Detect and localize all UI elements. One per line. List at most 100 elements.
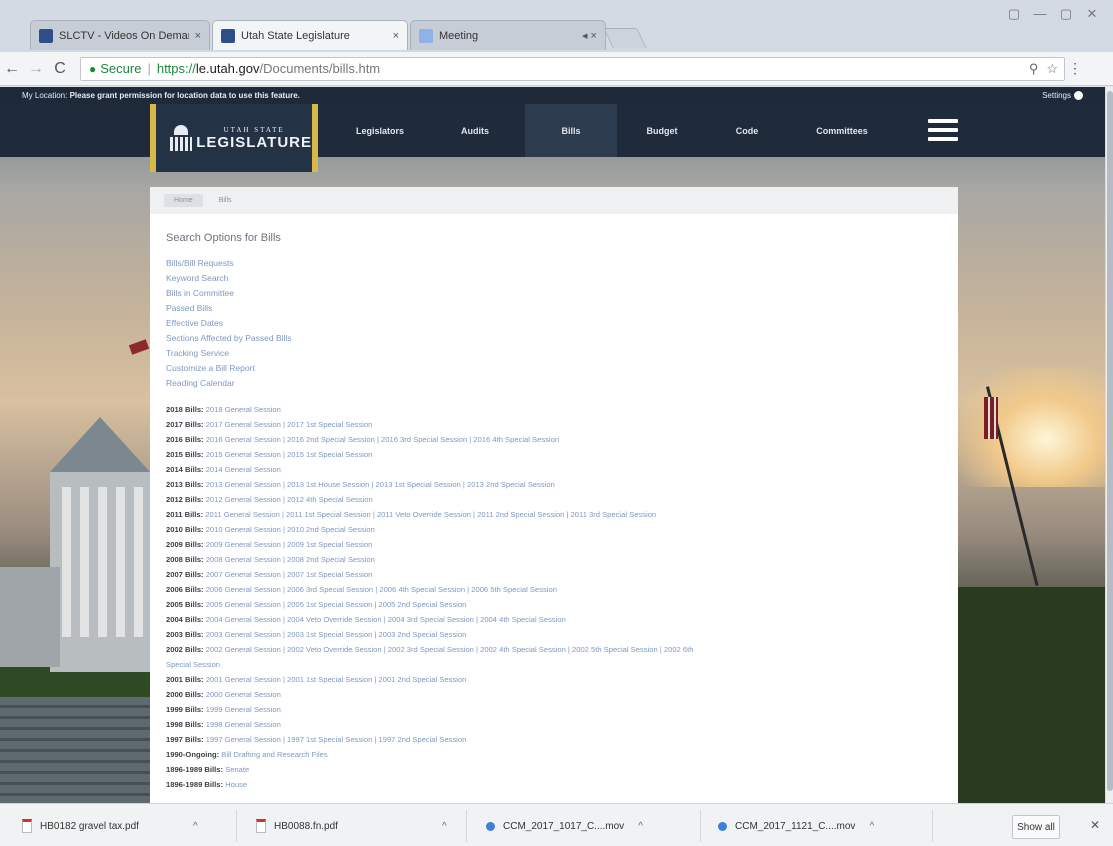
show-all-button[interactable]: Show all: [1012, 815, 1060, 839]
session-row: 2007 Bills: 2007 General Session | 2007 …: [166, 567, 958, 582]
session-links[interactable]: House: [225, 780, 247, 789]
search-option-link[interactable]: Tracking Service: [166, 346, 958, 361]
panel-body: Search Options for Bills Bills/Bill Requ…: [150, 214, 958, 792]
tab-close-icon[interactable]: ×: [195, 30, 201, 42]
back-arrow-icon[interactable]: ←: [0, 60, 24, 78]
close-window-icon[interactable]: ✕: [1081, 6, 1103, 22]
maximize-icon[interactable]: ▢: [1055, 6, 1077, 22]
session-links[interactable]: 2001 General Session | 2001 1st Special …: [206, 675, 467, 684]
tab-slctv[interactable]: SLCTV - Videos On Deman ×: [30, 20, 210, 50]
search-option-link[interactable]: Bills in Committee: [166, 286, 958, 301]
browser-tab-bar: SLCTV - Videos On Deman × Utah State Leg…: [0, 0, 1113, 52]
session-links[interactable]: Bill Drafting and Research Files: [221, 750, 327, 759]
nav-code[interactable]: Code: [707, 104, 787, 157]
session-links[interactable]: Senate: [225, 765, 249, 774]
session-year-label: 2005 Bills:: [166, 600, 204, 609]
download-item[interactable]: CCM_2017_1121_C....mov ^: [718, 812, 874, 840]
session-links[interactable]: 2000 General Session: [206, 690, 281, 699]
profile-icon[interactable]: ▢: [1003, 6, 1025, 22]
chevron-up-icon[interactable]: ^: [442, 821, 447, 832]
tab-utah-legislature[interactable]: Utah State Legislature ×: [212, 20, 408, 50]
slctv-favicon-icon: [39, 28, 53, 43]
session-links[interactable]: 2016 General Session | 2016 2nd Special …: [206, 435, 559, 444]
session-links[interactable]: 2004 General Session | 2004 Veto Overrid…: [206, 615, 566, 624]
bookmark-star-icon[interactable]: ☆: [1046, 61, 1058, 77]
page-scrollbar[interactable]: [1105, 87, 1113, 803]
chevron-up-icon[interactable]: ^: [638, 821, 643, 832]
session-year-label: 2001 Bills:: [166, 675, 204, 684]
session-row: 2016 Bills: 2016 General Session | 2016 …: [166, 432, 958, 447]
session-links[interactable]: 2003 General Session | 2003 1st Special …: [206, 630, 467, 639]
session-links[interactable]: 1997 General Session | 1997 1st Special …: [206, 735, 467, 744]
minimize-icon[interactable]: —: [1029, 6, 1051, 22]
session-links[interactable]: 2015 General Session | 2015 1st Special …: [206, 450, 373, 459]
search-option-link[interactable]: Passed Bills: [166, 301, 958, 316]
tab-audio-close-icon[interactable]: ◂ ×: [582, 29, 597, 42]
session-row: 2013 Bills: 2013 General Session | 2013 …: [166, 477, 958, 492]
session-links[interactable]: 2007 General Session | 2007 1st Special …: [206, 570, 373, 579]
scrollbar-thumb[interactable]: [1107, 91, 1113, 791]
session-links[interactable]: 2012 General Session | 2012 4th Special …: [206, 495, 373, 504]
page-title: Search Options for Bills: [166, 232, 281, 244]
session-list: 2018 Bills: 2018 General Session 2017 Bil…: [166, 402, 958, 792]
session-links[interactable]: 2018 General Session: [206, 405, 281, 414]
reload-icon[interactable]: C: [48, 60, 72, 78]
session-row: Special Session: [166, 657, 958, 672]
legislature-logo[interactable]: UTAH STATE LEGISLATURE: [150, 104, 318, 172]
nav-budget[interactable]: Budget: [617, 104, 707, 157]
hamburger-menu-icon[interactable]: [928, 119, 958, 141]
gear-icon: [1074, 91, 1083, 100]
secure-label: Secure: [100, 61, 142, 76]
session-links[interactable]: 2006 General Session | 2006 3rd Special …: [206, 585, 557, 594]
search-option-link[interactable]: Bills/Bill Requests: [166, 256, 958, 271]
session-links[interactable]: 2005 General Session | 2005 1st Special …: [206, 600, 467, 609]
address-bar[interactable]: ● Secure | https:// le.utah.gov /Documen…: [80, 56, 1065, 81]
session-year-label: 1997 Bills:: [166, 735, 204, 744]
session-links[interactable]: 1999 General Session: [206, 705, 281, 714]
settings-link[interactable]: Settings: [1042, 91, 1083, 100]
nav-bills[interactable]: Bills: [525, 104, 617, 157]
search-option-link[interactable]: Customize a Bill Report: [166, 361, 958, 376]
session-links[interactable]: 1998 General Session: [206, 720, 281, 729]
session-links[interactable]: 2010 General Session | 2010 2nd Special …: [206, 525, 375, 534]
nav-audits[interactable]: Audits: [425, 104, 525, 157]
session-links[interactable]: Special Session: [166, 660, 220, 669]
chevron-up-icon[interactable]: ^: [869, 821, 874, 832]
session-year-label: 2012 Bills:: [166, 495, 204, 504]
search-option-link[interactable]: Reading Calendar: [166, 376, 958, 391]
omnibox-icons: ⚲ ☆: [1029, 61, 1064, 77]
close-icon[interactable]: ✕: [1090, 818, 1100, 832]
session-links[interactable]: 2014 General Session: [206, 465, 281, 474]
session-row: 2003 Bills: 2003 General Session | 2003 …: [166, 627, 958, 642]
nav-committees[interactable]: Committees: [787, 104, 897, 157]
session-year-label: 1999 Bills:: [166, 705, 204, 714]
download-item[interactable]: HB0182 gravel tax.pdf ^: [22, 812, 198, 840]
download-item[interactable]: HB0088.fn.pdf ^: [256, 812, 447, 840]
session-row: 2018 Bills: 2018 General Session: [166, 402, 958, 417]
download-item[interactable]: CCM_2017_1017_C....mov ^: [486, 812, 643, 840]
content-panel: Home Bills Search Options for Bills Bill…: [150, 187, 958, 803]
session-year-label: 1990-Ongoing:: [166, 750, 220, 759]
session-links[interactable]: 2013 General Session | 2013 1st House Se…: [206, 480, 555, 489]
search-option-link[interactable]: Sections Affected by Passed Bills: [166, 331, 958, 346]
session-links[interactable]: 2008 General Session | 2008 2nd Special …: [206, 555, 375, 564]
forward-arrow-icon[interactable]: →: [24, 60, 48, 78]
tab-close-icon[interactable]: ×: [393, 30, 399, 42]
chevron-up-icon[interactable]: ^: [193, 821, 198, 832]
session-links[interactable]: 2017 General Session | 2017 1st Special …: [206, 420, 373, 429]
nav-legislators[interactable]: Legislators: [335, 104, 425, 157]
session-year-label: 2011 Bills:: [166, 510, 204, 519]
session-links[interactable]: 2009 General Session | 2009 1st Special …: [206, 540, 373, 549]
lawn-right: [958, 587, 1105, 803]
browser-menu-icon[interactable]: ⋮: [1065, 60, 1085, 77]
session-links[interactable]: 2011 General Session | 2011 1st Special …: [205, 510, 656, 519]
search-option-link[interactable]: Effective Dates: [166, 316, 958, 331]
tab-meeting[interactable]: Meeting ◂ ×: [410, 20, 606, 50]
session-links[interactable]: 2002 General Session | 2002 Veto Overrid…: [206, 645, 694, 654]
new-tab-button[interactable]: [603, 28, 647, 48]
breadcrumb-home[interactable]: Home: [164, 194, 203, 207]
zoom-icon[interactable]: ⚲: [1029, 61, 1039, 77]
session-year-label: 2018 Bills:: [166, 405, 204, 414]
search-option-link[interactable]: Keyword Search: [166, 271, 958, 286]
url-separator: |: [147, 61, 151, 76]
